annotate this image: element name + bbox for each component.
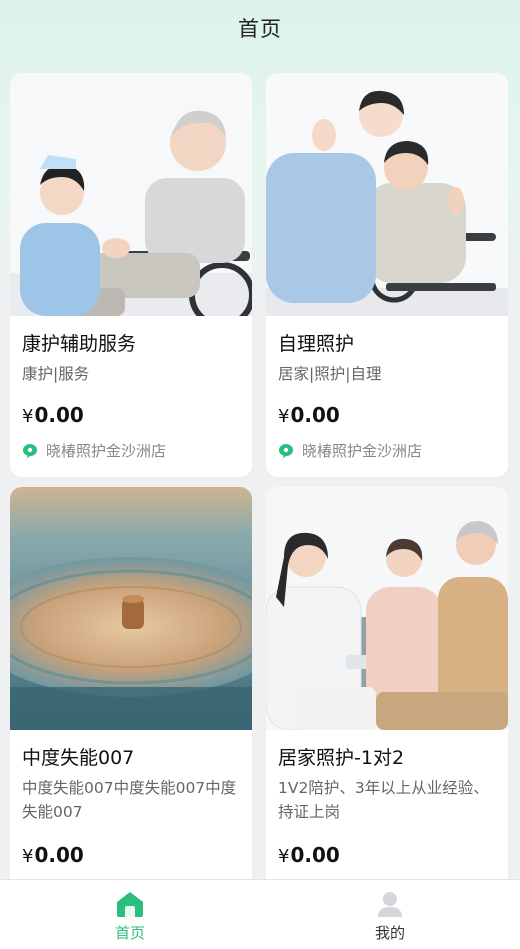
service-price: ¥0.00 xyxy=(22,403,84,427)
currency-symbol: ¥ xyxy=(278,406,290,427)
tab-home[interactable]: 首页 xyxy=(0,880,260,949)
service-image-caregiver xyxy=(10,73,252,316)
store-name: 晓椿照护金沙洲店 xyxy=(46,442,167,460)
service-tags: 居家|照护|自理 xyxy=(278,365,382,383)
service-image-record xyxy=(10,487,252,730)
store-info: 晓椿照护金沙洲店 xyxy=(278,440,422,461)
currency-symbol: ¥ xyxy=(278,846,290,867)
store-name: 晓椿照护金沙洲店 xyxy=(302,442,423,460)
service-tags: 康护|服务 xyxy=(22,365,90,383)
page-title: 首页 xyxy=(238,17,282,41)
tab-home-label: 首页 xyxy=(114,924,145,942)
service-grid: 康护辅助服务 康护|服务 ¥0.00 晓椿照护金沙洲店 自理照护 居家|照护|自… xyxy=(10,73,510,879)
store-location-icon xyxy=(23,443,37,458)
service-card[interactable]: 中度失能007 中度失能007中度失能007中度失能007 ¥0.00 xyxy=(10,487,252,879)
service-card[interactable]: 自理照护 居家|照护|自理 ¥0.00 晓椿照护金沙洲店 xyxy=(266,73,508,477)
tab-mine[interactable]: 我的 xyxy=(260,880,520,949)
service-image-doctor xyxy=(266,487,508,730)
service-price: ¥0.00 xyxy=(22,843,84,867)
service-tags: 1V2陪护、3年以上从业经验、持证上岗 xyxy=(278,779,489,821)
service-image-nurse xyxy=(266,73,508,316)
service-name: 中度失能007 xyxy=(22,747,135,769)
service-price: ¥0.00 xyxy=(278,403,340,427)
service-name: 居家照护-1对2 xyxy=(278,747,405,769)
tab-mine-label: 我的 xyxy=(374,924,405,942)
store-info: 晓椿照护金沙洲店 xyxy=(22,440,166,461)
price-value: 0.00 xyxy=(290,403,340,427)
price-value: 0.00 xyxy=(290,843,340,867)
service-name: 自理照护 xyxy=(278,333,355,355)
service-tags: 中度失能007中度失能007中度失能007 xyxy=(22,779,237,821)
service-price: ¥0.00 xyxy=(278,843,340,867)
store-location-icon xyxy=(279,443,293,458)
currency-symbol: ¥ xyxy=(22,846,34,867)
service-card[interactable]: 居家照护-1对2 1V2陪护、3年以上从业经验、持证上岗 ¥0.00 xyxy=(266,487,508,879)
price-value: 0.00 xyxy=(34,843,84,867)
service-card[interactable]: 康护辅助服务 康护|服务 ¥0.00 晓椿照护金沙洲店 xyxy=(10,73,252,477)
currency-symbol: ¥ xyxy=(22,406,34,427)
home-icon xyxy=(117,892,143,917)
header: 首页 xyxy=(0,0,520,56)
service-name: 康护辅助服务 xyxy=(22,333,137,355)
price-value: 0.00 xyxy=(34,403,84,427)
tab-bar: 首页 我的 xyxy=(0,879,520,949)
user-icon xyxy=(378,892,402,917)
